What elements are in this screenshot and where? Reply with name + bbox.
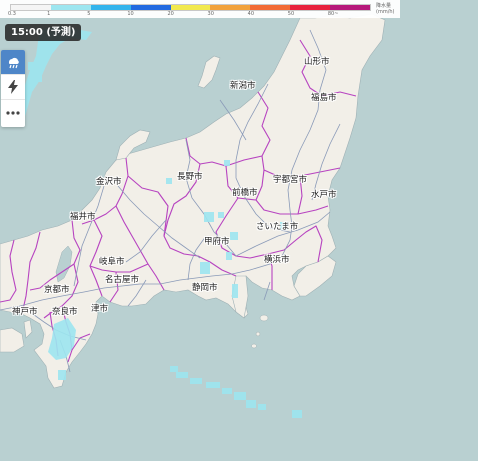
city-label-yokohama: 横浜市 [264, 255, 290, 265]
legend-tick-label: 40 [247, 11, 255, 17]
city-label-maebashi: 前橋市 [232, 188, 258, 198]
legend-segment [330, 5, 371, 10]
city-label-tsu: 津市 [91, 304, 109, 314]
island-oshima [259, 314, 269, 322]
legend-segment [50, 5, 91, 10]
lightning-icon [8, 80, 18, 94]
legend-color-scale [10, 4, 371, 11]
rain-cell-3 [58, 370, 66, 380]
rain-cell-8 [226, 252, 232, 260]
precipitation-legend: 0.3 1 5 10 20 30 40 50 80~ 降水量 (mm/h) [0, 0, 400, 18]
rain-cell-5 [218, 212, 224, 218]
island-toshima [255, 331, 261, 337]
legend-segment [11, 5, 51, 10]
map-canvas[interactable] [0, 0, 478, 461]
legend-tick-label: 80~ [327, 11, 339, 17]
rain-cell-6 [230, 232, 238, 240]
legend-tick-label: 1 [47, 11, 51, 17]
legend-tick-label: 0.3 [8, 11, 16, 17]
rain-cell-14 [176, 372, 188, 378]
city-label-mito: 水戸市 [311, 190, 337, 200]
map-view[interactable]: 山形市 新潟市 福島市 長野市 宇都宮市 金沢市 前橋市 水戸市 福井市 さいた… [0, 0, 478, 461]
rain-layer-button[interactable] [1, 50, 25, 75]
rain-cell-19 [246, 400, 256, 408]
city-label-gifu: 岐阜市 [99, 257, 125, 267]
layer-toolbar [1, 50, 25, 127]
legend-tick-labels: 0.3 1 5 10 20 30 40 50 80~ [0, 11, 380, 19]
city-label-saitama: さいたま市 [256, 222, 299, 232]
rain-cell-20 [258, 404, 266, 410]
more-options-button[interactable] [1, 100, 25, 125]
lightning-layer-button[interactable] [1, 75, 25, 100]
rain-cell-2 [34, 74, 42, 82]
rain-cell-21 [292, 410, 302, 418]
rain-radar-app: 山形市 新潟市 福島市 長野市 宇都宮市 金沢市 前橋市 水戸市 福井市 さいた… [0, 0, 478, 461]
rain-cell-10 [224, 160, 230, 166]
city-label-kofu: 甲府市 [204, 237, 230, 247]
island-niijima [251, 343, 257, 349]
city-label-nara: 奈良市 [52, 307, 78, 317]
forecast-time-badge[interactable]: 15:00 (予測) [5, 24, 82, 41]
rain-cell-13 [170, 366, 178, 372]
legend-segment [90, 5, 131, 10]
legend-tick-label: 30 [207, 11, 214, 17]
rain-cell-18 [234, 392, 246, 400]
city-label-kyoto: 京都市 [44, 285, 70, 295]
rain-cell-16 [206, 382, 220, 388]
rain-cell-7 [200, 262, 210, 274]
rain-cell-17 [222, 388, 232, 394]
legend-tick-label: 50 [287, 11, 295, 17]
legend-segment [210, 5, 251, 10]
more-dots-icon [6, 110, 20, 115]
legend-unit-value: (mm/h) [376, 9, 395, 15]
legend-tick-label: 10 [127, 11, 134, 17]
rain-cell-1 [28, 62, 38, 70]
city-label-nagano: 長野市 [177, 172, 203, 182]
city-label-kobe: 神戸市 [12, 307, 38, 317]
city-label-fukushima: 福島市 [311, 93, 337, 103]
cloud-rain-icon [8, 57, 19, 69]
legend-segment [170, 5, 211, 10]
city-label-fukui: 福井市 [70, 212, 96, 222]
legend-segment [130, 5, 171, 10]
city-label-nagoya: 名古屋市 [105, 275, 140, 285]
rain-cell-11 [232, 284, 238, 298]
rain-cell-9 [166, 178, 172, 184]
city-label-yamagata: 山形市 [304, 57, 330, 67]
city-label-shizuoka: 静岡市 [192, 283, 218, 293]
rain-cell-15 [190, 378, 202, 384]
legend-tick-label: 20 [167, 11, 174, 17]
legend-tick-label: 5 [87, 11, 91, 17]
city-label-niigata: 新潟市 [230, 81, 256, 91]
legend-segment [290, 5, 331, 10]
city-label-kanazawa: 金沢市 [96, 177, 122, 187]
legend-segment [250, 5, 291, 10]
rain-cell-4 [204, 212, 214, 222]
city-label-utsunomiya: 宇都宮市 [273, 175, 308, 185]
legend-unit: 降水量 (mm/h) [376, 3, 400, 15]
